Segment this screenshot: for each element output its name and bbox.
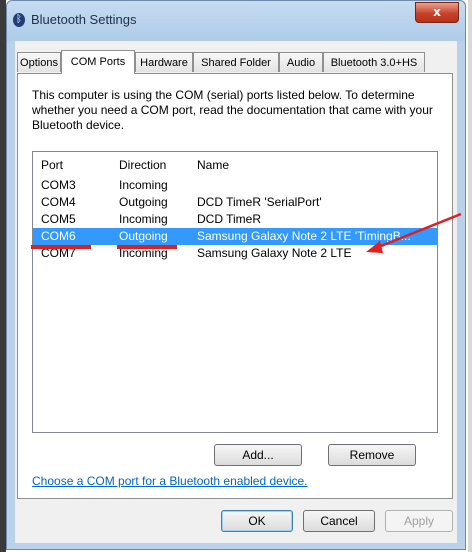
annotation-arrow-icon bbox=[366, 212, 462, 253]
tab-com-ports[interactable]: COM Ports bbox=[61, 50, 135, 74]
